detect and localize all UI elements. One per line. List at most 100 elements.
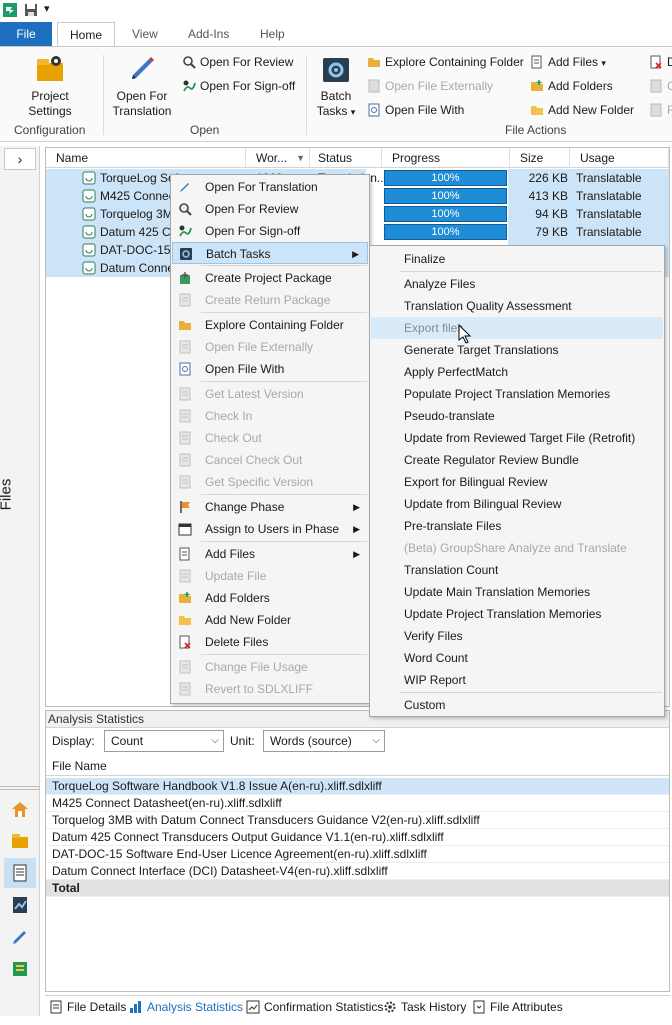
project-settings-label-line2: Settings <box>28 104 72 118</box>
context-menu-item-assign-to-users-in-phase[interactable]: Assign to Users in Phase ▶ <box>172 518 368 540</box>
batch-tasks-icon <box>321 55 351 85</box>
expand-navigation-button[interactable]: › <box>4 148 36 170</box>
open-for-signoff-button[interactable]: Open For Sign-off <box>182 77 295 95</box>
add-files-button[interactable]: Add Files ▾ <box>530 53 606 71</box>
batch-task-pre-translate-files[interactable]: Pre-translate Files <box>371 515 663 537</box>
analysis-row[interactable]: M425 Connect Datasheet(en-ru).xliff.sdlx… <box>46 795 669 812</box>
context-menu-item-change-phase[interactable]: Change Phase ▶ <box>172 496 368 518</box>
batch-task-translation-quality-assessment[interactable]: Translation Quality Assessment <box>371 295 663 317</box>
batch-task-generate-target-translations[interactable]: Generate Target Translations <box>371 339 663 361</box>
projects-view-icon[interactable] <box>4 826 36 856</box>
batch-task-pseudo-translate[interactable]: Pseudo-translate <box>371 405 663 427</box>
context-menu-item-open-for-translation[interactable]: Open For Translation <box>172 176 368 198</box>
context-menu-item-explore-containing-folder[interactable]: Explore Containing Folder <box>172 314 368 336</box>
context-menu-item-add-new-folder[interactable]: Add New Folder <box>172 609 368 631</box>
column-header-usage[interactable]: Usage <box>574 148 669 168</box>
tab-file-details[interactable]: File Details <box>49 998 126 1018</box>
open-for-review-button[interactable]: Open For Review <box>182 53 293 71</box>
context-menu-item-label: Change Phase <box>205 500 285 514</box>
add-new-folder-button[interactable]: Add New Folder <box>530 101 634 119</box>
context-menu-item-add-files[interactable]: Add Files ▶ <box>172 543 368 565</box>
analysis-row[interactable]: Datum Connect Interface (DCI) Datasheet-… <box>46 863 669 880</box>
batch-task-custom[interactable]: Custom <box>371 694 663 716</box>
context-menu-item-label: Delete Files <box>205 635 269 649</box>
tab-task-history-label: Task History <box>401 1000 467 1014</box>
translation-memories-view-icon[interactable] <box>4 954 36 984</box>
project-settings-button[interactable]: Project Settings <box>14 53 86 119</box>
batch-task-finalize[interactable]: Finalize <box>371 248 663 270</box>
context-menu-item-add-folders[interactable]: Add Folders <box>172 587 368 609</box>
column-header-words[interactable]: Wor... ▼ <box>250 148 310 168</box>
quick-access-dropdown[interactable]: ▾ <box>44 2 50 15</box>
batch-task-translation-count[interactable]: Translation Count <box>371 559 663 581</box>
batch-task-update-main-translation-memories[interactable]: Update Main Translation Memories <box>371 581 663 603</box>
context-menu-item-delete-files[interactable]: Delete Files <box>172 631 368 653</box>
tab-view[interactable]: View <box>122 22 168 46</box>
open-for-signoff-label: Open For Sign-off <box>200 79 296 93</box>
column-header-size[interactable]: Size <box>514 148 570 168</box>
tab-confirmation-statistics-label: Confirmation Statistics <box>264 1000 384 1014</box>
open-for-translation-button[interactable]: Open For Translation <box>108 53 176 119</box>
editor-view-icon[interactable] <box>4 922 36 952</box>
context-menu-item-open-file-with[interactable]: Open File With <box>172 358 368 380</box>
display-select-value: Count <box>111 734 144 748</box>
batch-task-export-for-bilingual-review[interactable]: Export for Bilingual Review <box>371 471 663 493</box>
batch-task-update-from-bilingual-review[interactable]: Update from Bilingual Review <box>371 493 663 515</box>
analysis-row[interactable]: Datum 425 Connect Transducers Output Gui… <box>46 829 669 846</box>
reports-view-icon[interactable] <box>4 890 36 920</box>
open-for-review-label: Open For Review <box>200 55 294 69</box>
file-row-tail[interactable]: 79 KB Translatable <box>508 223 669 241</box>
tab-add-ins[interactable]: Add-Ins <box>178 22 239 46</box>
tab-analysis-statistics[interactable]: Analysis Statistics <box>129 998 243 1018</box>
open-with-icon <box>367 103 381 117</box>
batch-task-update-project-translation-memories[interactable]: Update Project Translation Memories <box>371 603 663 625</box>
file-row-tail[interactable]: 413 KB Translatable <box>508 187 669 205</box>
document-icon <box>178 340 192 354</box>
tab-home[interactable]: Home <box>57 22 115 46</box>
column-header-progress[interactable]: Progress <box>386 148 510 168</box>
column-header-name[interactable]: Name <box>50 148 246 168</box>
batch-task-create-regulator-review-bundle[interactable]: Create Regulator Review Bundle <box>371 449 663 471</box>
batch-task-populate-project-translation-memories[interactable]: Populate Project Translation Memories <box>371 383 663 405</box>
batch-task-update-from-reviewed-target-file-retrofit[interactable]: Update from Reviewed Target File (Retrof… <box>371 427 663 449</box>
tab-confirmation-statistics[interactable]: Confirmation Statistics <box>246 998 383 1018</box>
revert-cutoff-button: Re <box>649 101 672 119</box>
context-menu-item-batch-tasks[interactable]: Batch Tasks ▶ <box>172 242 368 264</box>
file-row-tail[interactable]: 94 KB Translatable <box>508 205 669 223</box>
files-view-label[interactable]: Files <box>0 466 34 526</box>
batch-task-verify-files[interactable]: Verify Files <box>371 625 663 647</box>
tab-file[interactable]: File <box>0 22 52 46</box>
batch-task-word-count[interactable]: Word Count <box>371 647 663 669</box>
analysis-row[interactable]: Torquelog 3MB with Datum Connect Transdu… <box>46 812 669 829</box>
batch-task-wip-report[interactable]: WIP Report <box>371 669 663 691</box>
file-row-tail[interactable]: 226 KB Translatable <box>508 169 669 187</box>
batch-task-apply-perfectmatch[interactable]: Apply PerfectMatch <box>371 361 663 383</box>
home-view-icon[interactable] <box>4 794 36 824</box>
add-folders-button[interactable]: Add Folders <box>530 77 613 95</box>
tab-help[interactable]: Help <box>250 22 295 46</box>
magnifier-icon <box>178 202 192 216</box>
files-view-icon[interactable] <box>4 858 36 888</box>
batch-tasks-button[interactable]: Batch Tasks ▾ <box>310 55 362 120</box>
context-menu-item-open-for-review[interactable]: Open For Review <box>172 198 368 220</box>
delete-file-icon <box>649 55 663 69</box>
display-select[interactable]: Count ⌵ <box>104 730 224 752</box>
analysis-row[interactable]: TorqueLog Software Handbook V1.8 Issue A… <box>46 778 669 795</box>
open-file-with-button[interactable]: Open File With <box>367 101 464 119</box>
batch-task-export-files[interactable]: Export files <box>371 317 663 339</box>
splitter-handle[interactable] <box>0 786 40 790</box>
column-header-status[interactable]: Status <box>312 148 382 168</box>
analysis-column-header-file-name[interactable]: File Name <box>46 756 669 776</box>
analysis-row[interactable]: DAT-DOC-15 Software End-User Licence Agr… <box>46 846 669 863</box>
unit-select[interactable]: Words (source) ⌵ <box>263 730 385 752</box>
save-icon[interactable] <box>24 3 38 17</box>
context-menu-item-open-for-sign-off[interactable]: Open For Sign-off <box>172 220 368 242</box>
batch-task-analyze-files[interactable]: Analyze Files <box>371 273 663 295</box>
context-menu-item-check-out: Check Out <box>172 427 368 449</box>
ribbon-separator <box>306 55 307 135</box>
tab-task-history[interactable]: Task History <box>383 998 466 1018</box>
explore-containing-folder-button[interactable]: Explore Containing Folder <box>367 53 524 71</box>
tab-file-attributes[interactable]: File Attributes <box>472 998 563 1018</box>
context-menu-item-create-project-package[interactable]: Create Project Package <box>172 267 368 289</box>
delete-files-cutoff-button[interactable]: De <box>649 53 672 71</box>
